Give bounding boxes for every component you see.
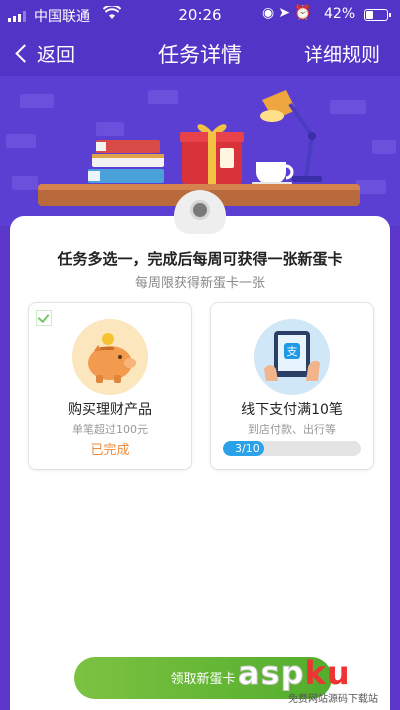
status-bar: 中国联通 20:26 ◉➤⏰ 42% — [0, 0, 400, 30]
task-name: 线下支付满10笔 — [241, 402, 343, 418]
svg-text:支: 支 — [287, 345, 298, 358]
watermark-brand-asp: asp — [238, 654, 305, 693]
coffee-cup-icon — [252, 162, 294, 185]
background-tile — [330, 100, 366, 114]
battery-percent: 42% — [324, 6, 356, 22]
battery-level-fill — [366, 11, 374, 19]
progress-text: 3/10 — [235, 442, 260, 455]
task-status-completed: 已完成 — [90, 443, 130, 458]
background-tile — [12, 176, 38, 190]
clip-decoration — [174, 190, 226, 234]
watermark-subtitle: 免费网站源码下载站 — [288, 694, 378, 705]
task-option-wealth-product[interactable]: 购买理财产品 单笔超过100元 已完成 — [28, 302, 192, 470]
system-icons: ◉➤⏰ — [262, 5, 315, 21]
books-icon — [88, 140, 164, 183]
clip-hole — [190, 200, 210, 220]
background-tile — [20, 94, 54, 108]
piggy-bank-icon — [88, 333, 136, 383]
navigation-bar: 返回 任务详情 详细规则 — [0, 30, 400, 76]
alarm-icon: ⏰ — [293, 5, 316, 21]
watermark-logo: aspku 免费网站源码下载站 — [238, 654, 398, 708]
detailed-rules-link[interactable]: 详细规则 — [304, 40, 380, 67]
task-description: 单笔超过100元 — [72, 423, 148, 436]
checkmark-icon — [36, 310, 52, 326]
background-tile — [148, 90, 178, 104]
task-option-offline-payment[interactable]: 支 线下支付满10笔 到店付款、出行等 3/10 — [210, 302, 374, 470]
gift-box-icon — [180, 124, 244, 184]
piggy-bank-badge — [72, 319, 148, 395]
task-progress-bar: 3/10 — [223, 441, 361, 456]
claim-button-label: 领取新蛋卡 — [170, 671, 236, 686]
task-subline: 每周限获得新蛋卡一张 — [134, 276, 265, 291]
battery-icon — [364, 9, 391, 21]
watermark-brand: aspku — [238, 654, 351, 693]
location-icon: ➤ — [278, 5, 294, 21]
background-tile — [6, 134, 36, 148]
alipay-tablet-icon: 支 — [264, 331, 320, 381]
payment-badge: 支 — [254, 319, 330, 395]
background-tile — [96, 122, 124, 136]
task-name: 购买理财产品 — [68, 402, 152, 418]
orientation-lock-icon: ◉ — [262, 5, 279, 21]
watermark-brand-ku: ku — [304, 654, 351, 692]
background-tile — [372, 140, 396, 154]
task-headline: 任务多选一，完成后每周可获得一张新蛋卡 — [57, 250, 343, 268]
task-description: 到店付款、出行等 — [248, 423, 336, 436]
background-tile — [356, 180, 386, 194]
